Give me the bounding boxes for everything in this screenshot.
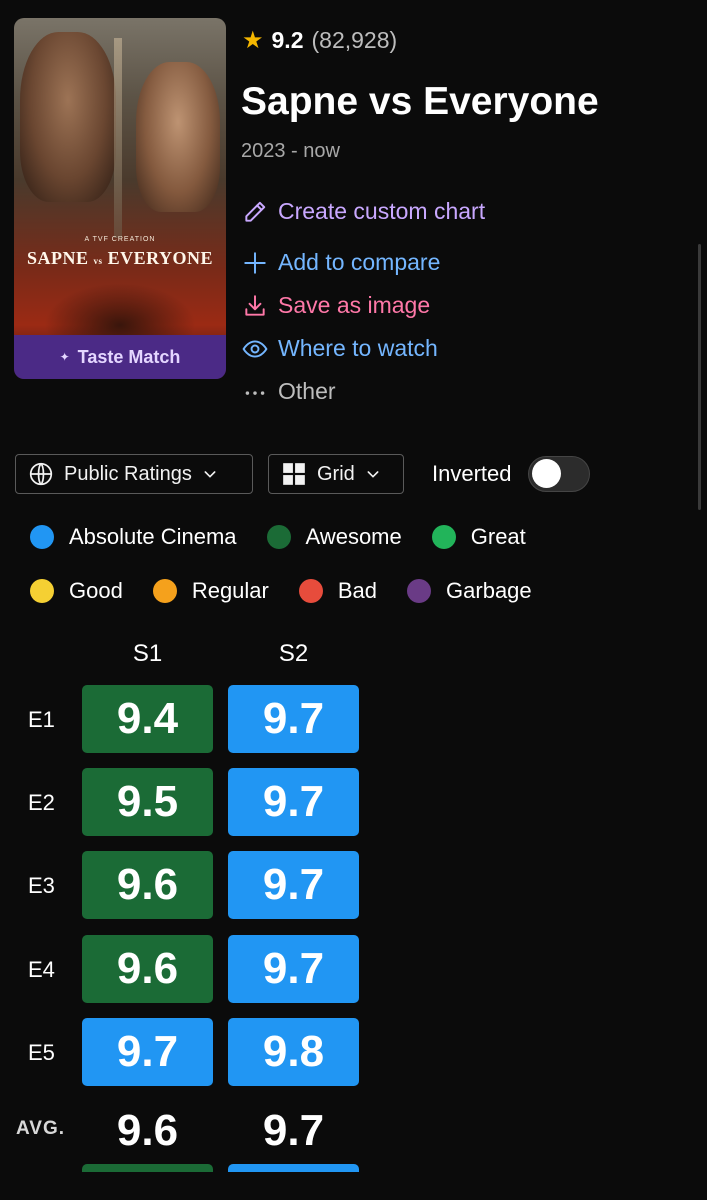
create-custom-chart-label: Create custom chart [278,198,486,224]
ratings-source-dropdown[interactable]: Public Ratings [15,454,253,494]
legend-dot [431,525,456,549]
grid-icon [283,463,305,485]
legend-item-absolute-cinema: Absolute Cinema [30,524,237,550]
average-bar [228,1164,359,1172]
legend-row-1: Absolute Cinema Awesome Great [30,524,526,550]
rating-cell[interactable]: 9.6 [82,851,213,919]
star-icon: ★ [242,27,264,54]
legend-item-regular: Regular [152,578,269,604]
chevron-down-icon [204,471,216,478]
rating-score: 9.2 [271,27,304,53]
rating-count: (82,928) [311,27,398,53]
save-as-image-button[interactable]: Save as image [242,284,485,327]
taste-match-button[interactable]: ✦ Taste Match [14,335,226,379]
average-label: AVG. [16,1118,66,1139]
poster-face-right [136,62,220,212]
episode-label: E2 [28,790,55,815]
view-mode-dropdown[interactable]: Grid [268,454,404,494]
other-button[interactable]: Other [242,370,485,413]
toggle-knob [531,459,561,488]
legend-row-2: Good Regular Bad Garbage [30,578,532,604]
where-to-watch-label: Where to watch [278,335,438,361]
globe-icon [29,462,53,486]
add-to-compare-label: Add to compare [278,249,441,275]
scrollbar[interactable] [698,244,701,510]
legend-label: Absolute Cinema [69,524,237,549]
legend-dot [152,579,177,603]
legend-label: Garbage [446,578,532,603]
rating-cell[interactable]: 9.4 [82,685,213,753]
poster-divider [114,38,122,238]
chevron-down-icon [367,471,379,478]
legend-dot [30,579,54,603]
season-average: 9.6 [116,1106,179,1155]
legend-dot [30,525,54,549]
episode-label: E3 [28,873,55,898]
add-to-compare-button[interactable]: Add to compare [242,241,485,284]
poster-title: SAPNE vs EVERYONE [14,248,226,269]
where-to-watch-button[interactable]: Where to watch [242,327,485,370]
poster-title-vs: vs [93,256,103,266]
inverted-toggle[interactable] [527,456,590,492]
legend-dot [298,579,323,603]
season-header: S1 [132,640,163,667]
poster-creation-text: A TVF CREATION [84,236,156,243]
taste-match-label: Taste Match [77,346,181,367]
show-poster[interactable]: A TVF CREATION SAPNE vs EVERYONE ✦ Taste… [14,18,226,379]
rating-cell[interactable]: 9.7 [82,1018,213,1086]
rating-cell[interactable]: 9.7 [228,768,359,836]
inverted-label: Inverted [432,461,512,486]
rating-cell[interactable]: 9.7 [228,685,359,753]
download-icon [245,294,265,316]
poster-title-right: EVERYONE [107,248,213,268]
poster-face-left [20,32,116,202]
legend-dot [407,579,432,603]
sparkle-icon: ✦ [59,350,70,364]
save-as-image-label: Save as image [278,292,431,318]
legend-dot [266,525,291,549]
page-title: Sapne vs Everyone [241,80,599,123]
poster-title-left: SAPNE [27,248,89,268]
legend-item-bad: Bad [298,578,378,604]
average-bar [82,1164,213,1172]
show-years: 2023 - now [241,140,340,162]
rating-cell[interactable]: 9.7 [228,935,359,1003]
episode-label: E5 [28,1040,55,1065]
legend-label: Regular [191,578,269,603]
ratings-source-label: Public Ratings [64,462,192,485]
rating-cell[interactable]: 9.7 [228,851,359,919]
rating-cell[interactable]: 9.5 [82,768,213,836]
plus-icon [244,251,266,274]
legend-item-great: Great [431,524,526,550]
season-header: S2 [278,640,309,667]
legend-label: Bad [337,578,378,603]
rating-summary: ★ 9.2 (82,928) [242,26,397,55]
view-mode-label: Grid [317,462,355,485]
legend-item-awesome: Awesome [266,524,402,550]
legend-label: Good [69,578,123,603]
action-list: Create custom chart Add to compare Save … [242,190,485,413]
controls-bar: Public Ratings Grid Inverted [15,454,590,494]
eye-icon [242,339,268,358]
pencil-icon [245,201,266,222]
legend-label: Great [470,524,526,549]
episode-label: E1 [28,707,55,732]
season-average: 9.7 [262,1106,325,1155]
create-custom-chart-button[interactable]: Create custom chart [242,190,485,233]
legend-item-good: Good [30,578,123,604]
rating-cell[interactable]: 9.6 [82,935,213,1003]
legend-label: Awesome [305,524,402,549]
more-dots-icon [245,390,265,395]
rating-cell[interactable]: 9.8 [228,1018,359,1086]
legend-item-garbage: Garbage [407,578,532,604]
episode-label: E4 [28,957,55,982]
other-label: Other [278,378,336,404]
